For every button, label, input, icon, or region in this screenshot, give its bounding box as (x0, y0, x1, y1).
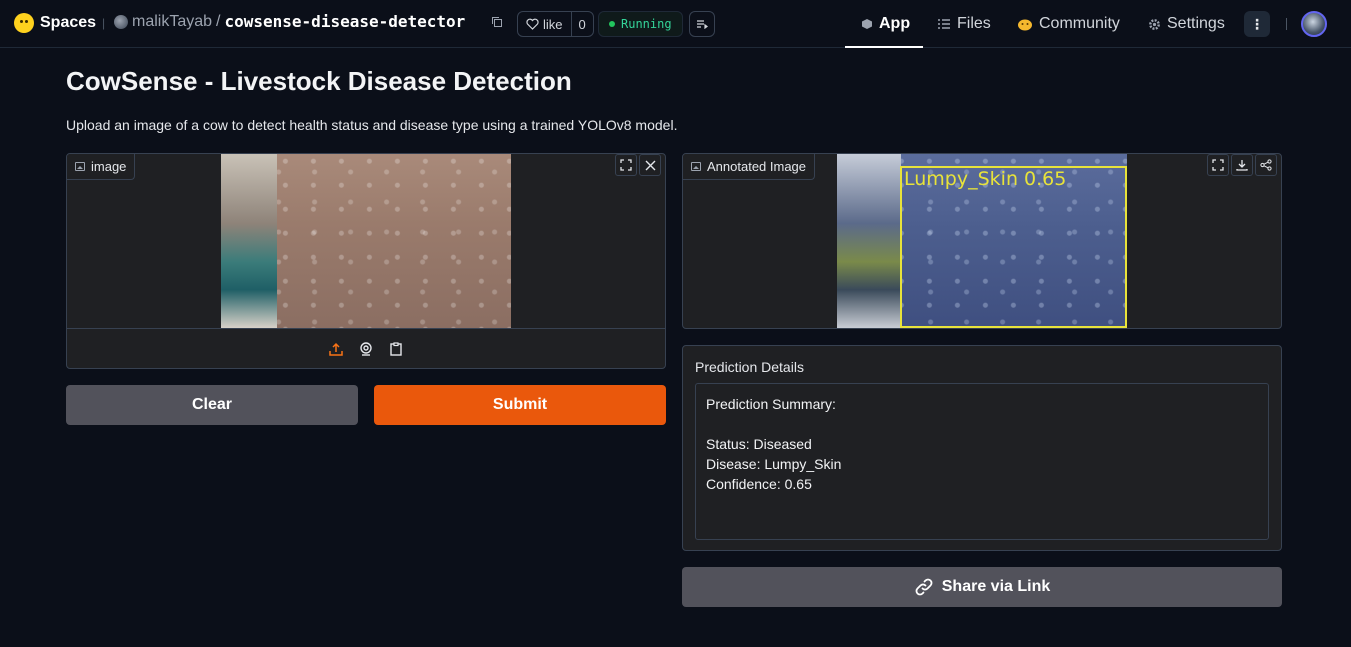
hugging-face-icon (14, 13, 34, 33)
heart-icon (526, 18, 539, 30)
divider: | (102, 16, 106, 30)
community-icon (1018, 19, 1032, 31)
breadcrumb-separator: / (216, 12, 221, 30)
prediction-details-textbox[interactable]: Prediction Summary: Status: Diseased Dis… (695, 383, 1269, 540)
annotated-image-label-text: Annotated Image (707, 159, 807, 174)
like-label: like (543, 16, 563, 32)
owner-link[interactable]: malikTayab (132, 13, 212, 31)
brand-name: Spaces (40, 14, 97, 31)
page-description: Upload an image of a cow to detect healt… (66, 117, 678, 133)
breadcrumb: malikTayab / cowsense-disease-detector (114, 12, 465, 31)
like-count: 0 (578, 16, 586, 32)
gear-icon (1149, 18, 1160, 30)
like-button[interactable]: like 0 (517, 11, 594, 37)
webcam-icon[interactable] (357, 340, 375, 358)
tab-community-label: Community (1039, 15, 1120, 32)
copy-icon[interactable] (491, 16, 505, 30)
download-icon[interactable] (1231, 154, 1253, 176)
image-background-strip (221, 154, 277, 328)
annotated-image-panel: Annotated Image Lumpy_Skin 0.65 (682, 153, 1282, 329)
image-background-strip (837, 154, 901, 328)
status-dot (609, 21, 615, 27)
brand-link[interactable]: Spaces | (14, 13, 105, 33)
share-icon[interactable] (1255, 154, 1277, 176)
image-icon (75, 162, 85, 171)
cube-icon (862, 19, 872, 29)
detection-bounding-box: Lumpy_Skin 0.65 (900, 166, 1127, 328)
top-bar: Spaces | malikTayab / cowsense-disease-d… (0, 0, 1351, 48)
uploaded-cow-image (221, 154, 511, 328)
tab-files[interactable]: Files (937, 0, 991, 48)
fullscreen-icon[interactable] (615, 154, 637, 176)
prediction-details-panel: Prediction Details Prediction Summary: S… (682, 345, 1282, 551)
annotated-image-label: Annotated Image (683, 154, 816, 180)
tab-app[interactable]: App (844, 0, 924, 48)
space-name-link[interactable]: cowsense-disease-detector (224, 12, 465, 31)
tab-settings-label: Settings (1167, 15, 1225, 32)
clear-button[interactable]: Clear (66, 385, 358, 425)
kebab-icon[interactable]: ⋮ (1244, 11, 1270, 37)
logs-button[interactable] (689, 11, 715, 37)
upload-icon[interactable] (327, 340, 345, 358)
files-icon (938, 19, 950, 29)
logs-icon (697, 20, 708, 29)
tab-settings[interactable]: Settings (1148, 0, 1225, 48)
input-toolbar (615, 154, 661, 178)
image-input-label-text: image (91, 159, 127, 174)
link-icon (915, 578, 933, 596)
status-badge[interactable]: Running (598, 11, 683, 37)
page-title: CowSense - Livestock Disease Detection (66, 66, 572, 96)
clipboard-icon[interactable] (387, 340, 405, 358)
avatar[interactable] (1301, 11, 1327, 37)
source-selector (67, 328, 665, 368)
like-toggle[interactable]: like (518, 12, 572, 36)
owner-avatar (114, 14, 128, 29)
image-input-label: image (67, 154, 136, 180)
image-input-panel: image (66, 153, 666, 369)
tab-community[interactable]: Community (1017, 0, 1120, 48)
divider (1286, 18, 1287, 30)
tab-files-label: Files (957, 15, 991, 32)
image-icon (691, 162, 701, 171)
status-text: Running (621, 17, 672, 31)
submit-button[interactable]: Submit (374, 385, 666, 425)
share-via-link-button[interactable]: Share via Link (682, 567, 1282, 607)
share-button-label: Share via Link (941, 578, 1051, 595)
annotated-cow-image: Lumpy_Skin 0.65 (837, 154, 1127, 328)
prediction-details-label: Prediction Details (695, 359, 804, 375)
detection-label: Lumpy_Skin 0.65 (904, 168, 1067, 190)
fullscreen-icon[interactable] (1207, 154, 1229, 176)
tab-app-label: App (879, 15, 911, 32)
close-icon[interactable] (639, 154, 661, 176)
output-toolbar (1207, 154, 1277, 178)
